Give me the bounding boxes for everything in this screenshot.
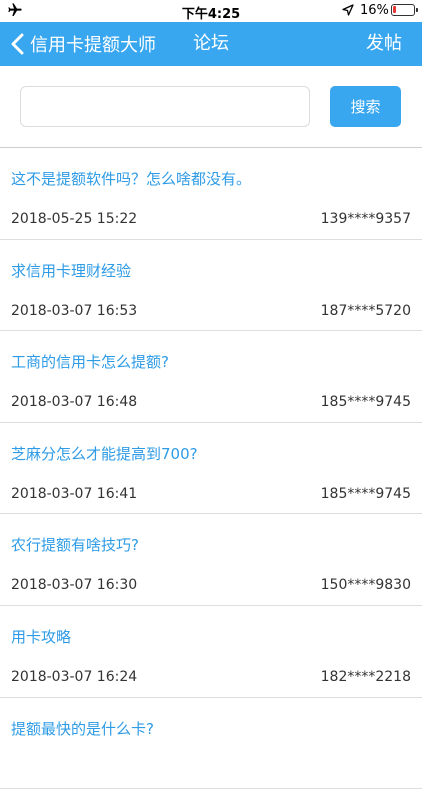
post-author: 139****9357 bbox=[320, 211, 411, 227]
chevron-left-icon bbox=[11, 33, 24, 55]
battery-level bbox=[393, 6, 396, 13]
navigation-bar: 信用卡提额大师 论坛 发帖 bbox=[0, 22, 422, 66]
post-date: 2018-03-07 16:24 bbox=[11, 668, 138, 685]
battery-icon bbox=[391, 4, 418, 16]
location-icon bbox=[342, 4, 354, 16]
post-author: 185****9745 bbox=[320, 394, 411, 411]
post-author: 185****9745 bbox=[320, 485, 411, 502]
post-author: 150****9830 bbox=[320, 577, 411, 594]
post-title: 求信用卡理财经验 bbox=[11, 261, 132, 280]
battery-percent: 16% bbox=[360, 3, 389, 18]
back-label: 信用卡提额大师 bbox=[30, 35, 156, 56]
post-title: 芝麻分怎么才能提高到700? bbox=[11, 444, 198, 463]
post-title: 农行提额有啥技巧? bbox=[11, 536, 139, 555]
post-title: 提额最快的是什么卡? bbox=[11, 719, 154, 738]
post-date: 2018-05-25 15:22 bbox=[11, 211, 138, 227]
post-item[interactable]: 提额最快的是什么卡? bbox=[0, 698, 422, 789]
search-button[interactable]: 搜索 bbox=[330, 86, 401, 127]
back-button[interactable]: 信用卡提额大师 bbox=[10, 22, 156, 66]
post-item[interactable]: 工商的信用卡怎么提额? 2018-03-07 16:48 185****9745 bbox=[0, 331, 422, 423]
post-date: 2018-03-07 16:53 bbox=[11, 302, 138, 319]
post-date: 2018-03-07 16:41 bbox=[11, 485, 138, 502]
post-date: 2018-03-07 16:48 bbox=[11, 394, 138, 411]
post-list: 这不是提额软件吗？怎么啥都没有。 2018-05-25 15:22 139****9… bbox=[0, 148, 422, 789]
post-item[interactable]: 用卡攻略 2018-03-07 16:24 182****2218 bbox=[0, 606, 422, 698]
post-title: 用卡攻略 bbox=[11, 627, 72, 646]
post-date: 2018-03-07 16:30 bbox=[11, 577, 138, 594]
new-post-button[interactable]: 发帖 bbox=[366, 22, 402, 66]
search-input[interactable] bbox=[20, 86, 310, 127]
post-item[interactable]: 这不是提额软件吗？怎么啥都没有。 2018-05-25 15:22 139****9… bbox=[0, 148, 422, 240]
post-item[interactable]: 求信用卡理财经验 2018-03-07 16:53 187****5720 bbox=[0, 240, 422, 332]
post-item[interactable]: 芝麻分怎么才能提高到700? 2018-03-07 16:41 185****974… bbox=[0, 423, 422, 515]
post-author: 182****2218 bbox=[320, 668, 411, 685]
post-title: 这不是提额软件吗？怎么啥都没有。 bbox=[11, 170, 252, 188]
post-title: 工商的信用卡怎么提额? bbox=[11, 353, 169, 372]
post-item[interactable]: 农行提额有啥技巧? 2018-03-07 16:30 150****9830 bbox=[0, 514, 422, 606]
status-bar: 下午4:25 16% bbox=[0, 0, 422, 22]
search-area: 搜索 bbox=[0, 66, 422, 148]
post-author: 187****5720 bbox=[320, 302, 411, 319]
status-time: 下午4:25 bbox=[181, 7, 241, 22]
